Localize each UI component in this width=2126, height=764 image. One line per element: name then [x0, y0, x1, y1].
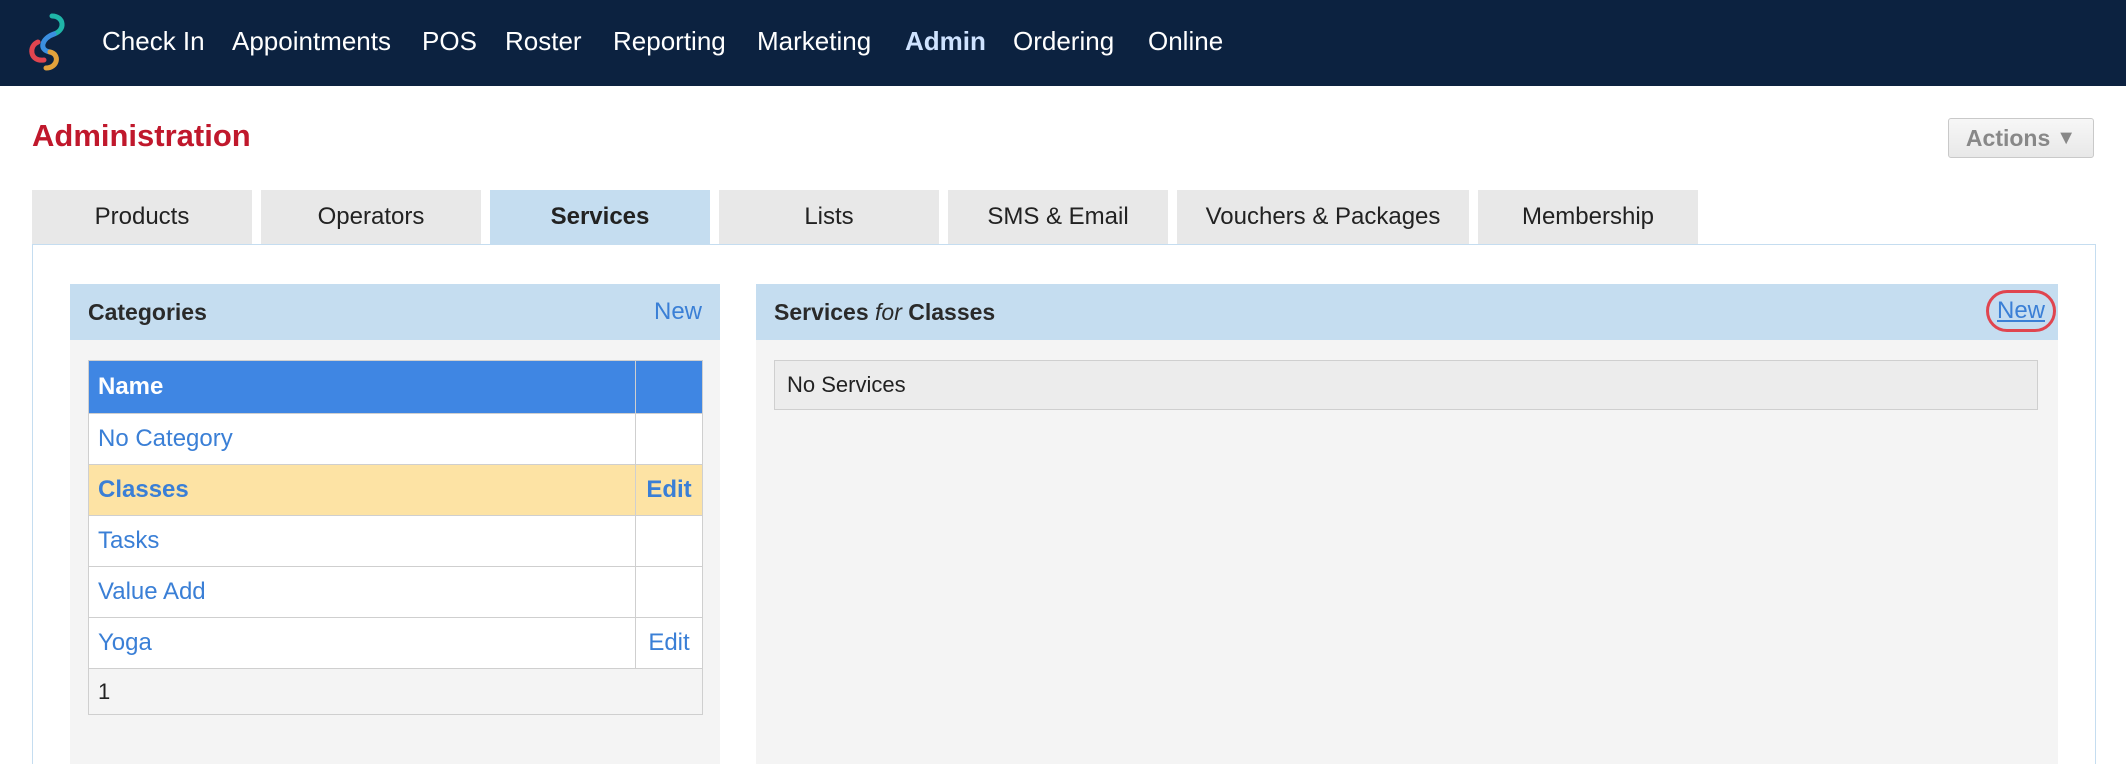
app-logo-icon[interactable] — [24, 12, 74, 72]
categories-title: Categories — [88, 298, 207, 325]
tab-vouchers-packages[interactable]: Vouchers & Packages — [1177, 190, 1469, 244]
services-title: Services for Classes — [774, 299, 2040, 326]
nav-roster[interactable]: Roster — [505, 24, 582, 58]
categories-panel: Categories New Name No Category Classes … — [70, 284, 720, 764]
services-header: Services for Classes New — [756, 284, 2058, 340]
tab-sms-email[interactable]: SMS & Email — [948, 190, 1168, 244]
column-header-action — [635, 360, 703, 414]
nav-online[interactable]: Online — [1148, 24, 1223, 58]
caret-down-icon: ▼ — [2056, 126, 2077, 149]
nav-pos[interactable]: POS — [422, 24, 477, 58]
nav-marketing[interactable]: Marketing — [757, 24, 871, 58]
category-edit-link[interactable]: Edit — [635, 617, 703, 669]
category-edit-link — [635, 413, 703, 465]
new-service-link[interactable]: New — [1997, 297, 2045, 325]
categories-table: Name No Category Classes Edit Tasks Valu… — [88, 360, 703, 715]
category-name[interactable]: No Category — [88, 413, 636, 465]
page-number[interactable]: 1 — [88, 668, 703, 715]
tab-lists[interactable]: Lists — [719, 190, 939, 244]
categories-header: Categories New — [70, 284, 720, 340]
tab-membership[interactable]: Membership — [1478, 190, 1698, 244]
category-name[interactable]: Yoga — [88, 617, 636, 669]
nav-appointments[interactable]: Appointments — [232, 24, 391, 58]
table-row[interactable]: Tasks — [88, 515, 703, 567]
nav-admin[interactable]: Admin — [905, 24, 986, 58]
top-nav-bar: Check In Appointments POS Roster Reporti… — [0, 0, 2126, 86]
category-name[interactable]: Classes — [88, 464, 636, 516]
nav-reporting[interactable]: Reporting — [613, 24, 726, 58]
category-name[interactable]: Tasks — [88, 515, 636, 567]
category-name[interactable]: Value Add — [88, 566, 636, 618]
category-edit-link — [635, 566, 703, 618]
page-title: Administration — [32, 118, 251, 153]
actions-label: Actions — [1965, 124, 2051, 151]
services-title-category: Classes — [908, 298, 996, 325]
tab-operators[interactable]: Operators — [261, 190, 481, 244]
services-title-for: for — [875, 298, 902, 325]
category-edit-link[interactable]: Edit — [635, 464, 703, 516]
category-edit-link — [635, 515, 703, 567]
services-title-prefix: Services — [774, 298, 869, 325]
nav-check-in[interactable]: Check In — [102, 24, 205, 58]
table-header-row: Name — [88, 360, 703, 414]
table-row-selected[interactable]: Classes Edit — [88, 464, 703, 516]
tab-products[interactable]: Products — [32, 190, 252, 244]
services-panel: Services for Classes New No Services — [756, 284, 2058, 764]
tab-services[interactable]: Services — [490, 190, 710, 244]
new-service-highlight: New — [1986, 290, 2056, 332]
empty-services-message: No Services — [774, 360, 2038, 410]
pagination-row: 1 — [88, 668, 703, 715]
table-row[interactable]: Value Add — [88, 566, 703, 618]
table-row[interactable]: Yoga Edit — [88, 617, 703, 669]
actions-button[interactable]: Actions ▼ — [1948, 118, 2094, 158]
new-category-link[interactable]: New — [654, 298, 702, 326]
column-header-name[interactable]: Name — [88, 360, 636, 414]
table-row[interactable]: No Category — [88, 413, 703, 465]
nav-ordering[interactable]: Ordering — [1013, 24, 1114, 58]
